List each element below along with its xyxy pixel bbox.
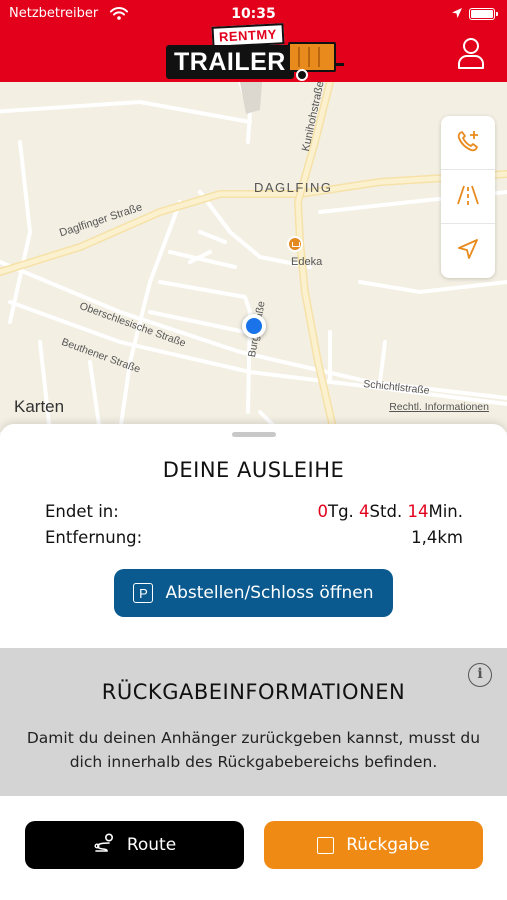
trailer-graphic xyxy=(288,42,336,72)
sheet-grabber-handle[interactable] xyxy=(232,432,276,437)
logo-trailer-text: TRAILER xyxy=(166,45,294,79)
route-label: Route xyxy=(126,835,177,855)
return-button[interactable]: Rückgabe xyxy=(264,821,483,869)
road-view-button[interactable] xyxy=(441,170,495,224)
karten-label: Karten xyxy=(14,397,65,416)
status-bar: Netzbetreiber 10:35 xyxy=(0,5,507,23)
return-info-text: Damit du deinen Anhänger zurückgeben kan… xyxy=(26,729,481,771)
return-label: Rückgabe xyxy=(346,835,430,855)
park-unlock-label: Abstellen/Schloss öffnen xyxy=(165,583,374,603)
call-add-button[interactable] xyxy=(441,116,495,170)
days-value: 0 xyxy=(317,502,328,521)
battery-icon xyxy=(469,8,498,20)
locate-me-button[interactable] xyxy=(441,224,495,278)
navigation-arrow-icon xyxy=(456,237,480,265)
minutes-unit: Min. xyxy=(428,502,463,521)
hours-value: 4 xyxy=(359,502,370,521)
rentmytrailer-logo: RENTMY TRAILER xyxy=(166,23,344,83)
status-time: 10:35 xyxy=(231,6,276,22)
road-icon xyxy=(455,184,481,210)
return-info-panel: i RÜCKGABEINFORMATIONEN Damit du deinen … xyxy=(0,648,507,796)
ends-in-value: 0Tg. 4Std. 14Min. xyxy=(317,502,463,521)
park-unlock-button[interactable]: P Abstellen/Schloss öffnen xyxy=(114,569,393,617)
shopping-basket-icon[interactable] xyxy=(287,236,303,252)
rental-sheet: DEINE AUSLEIHE Endet in: 0Tg. 4Std. 14Mi… xyxy=(0,424,507,648)
return-info-title: RÜCKGABEINFORMATIONEN xyxy=(101,680,406,704)
legal-info-link[interactable]: Rechtl. Informationen xyxy=(389,401,489,413)
trailer-wheel-graphic xyxy=(296,69,308,81)
map-poi-label[interactable]: Edeka xyxy=(291,256,322,268)
user-location-dot xyxy=(242,314,266,338)
route-button[interactable]: Route xyxy=(25,821,244,869)
map-label-daglfing: DAGLFING xyxy=(254,180,333,195)
ends-in-label: Endet in: xyxy=(45,502,119,521)
hours-unit: Std. xyxy=(369,502,403,521)
apple-maps-attribution: Karten xyxy=(14,397,64,417)
trailer-hitch-graphic xyxy=(334,63,344,66)
route-icon xyxy=(93,832,127,858)
days-unit: Tg. xyxy=(327,502,354,521)
minutes-value: 14 xyxy=(407,502,429,521)
distance-label: Entfernung: xyxy=(45,528,143,547)
distance-value: 1,4km xyxy=(411,528,463,547)
rental-title: DEINE AUSLEIHE xyxy=(162,458,345,482)
user-icon[interactable] xyxy=(457,37,485,69)
map-view[interactable]: DAGLFING Daglfinger Straße Kunihohstraße… xyxy=(0,82,507,432)
checkbox-icon xyxy=(317,836,335,854)
location-arrow-icon xyxy=(451,7,463,23)
app-header: Netzbetreiber 10:35 RENTMY TRAILER xyxy=(0,0,507,82)
map-roads xyxy=(0,82,507,432)
map-controls xyxy=(441,116,495,278)
call-add-icon xyxy=(455,128,481,158)
parking-icon: P xyxy=(133,583,154,603)
